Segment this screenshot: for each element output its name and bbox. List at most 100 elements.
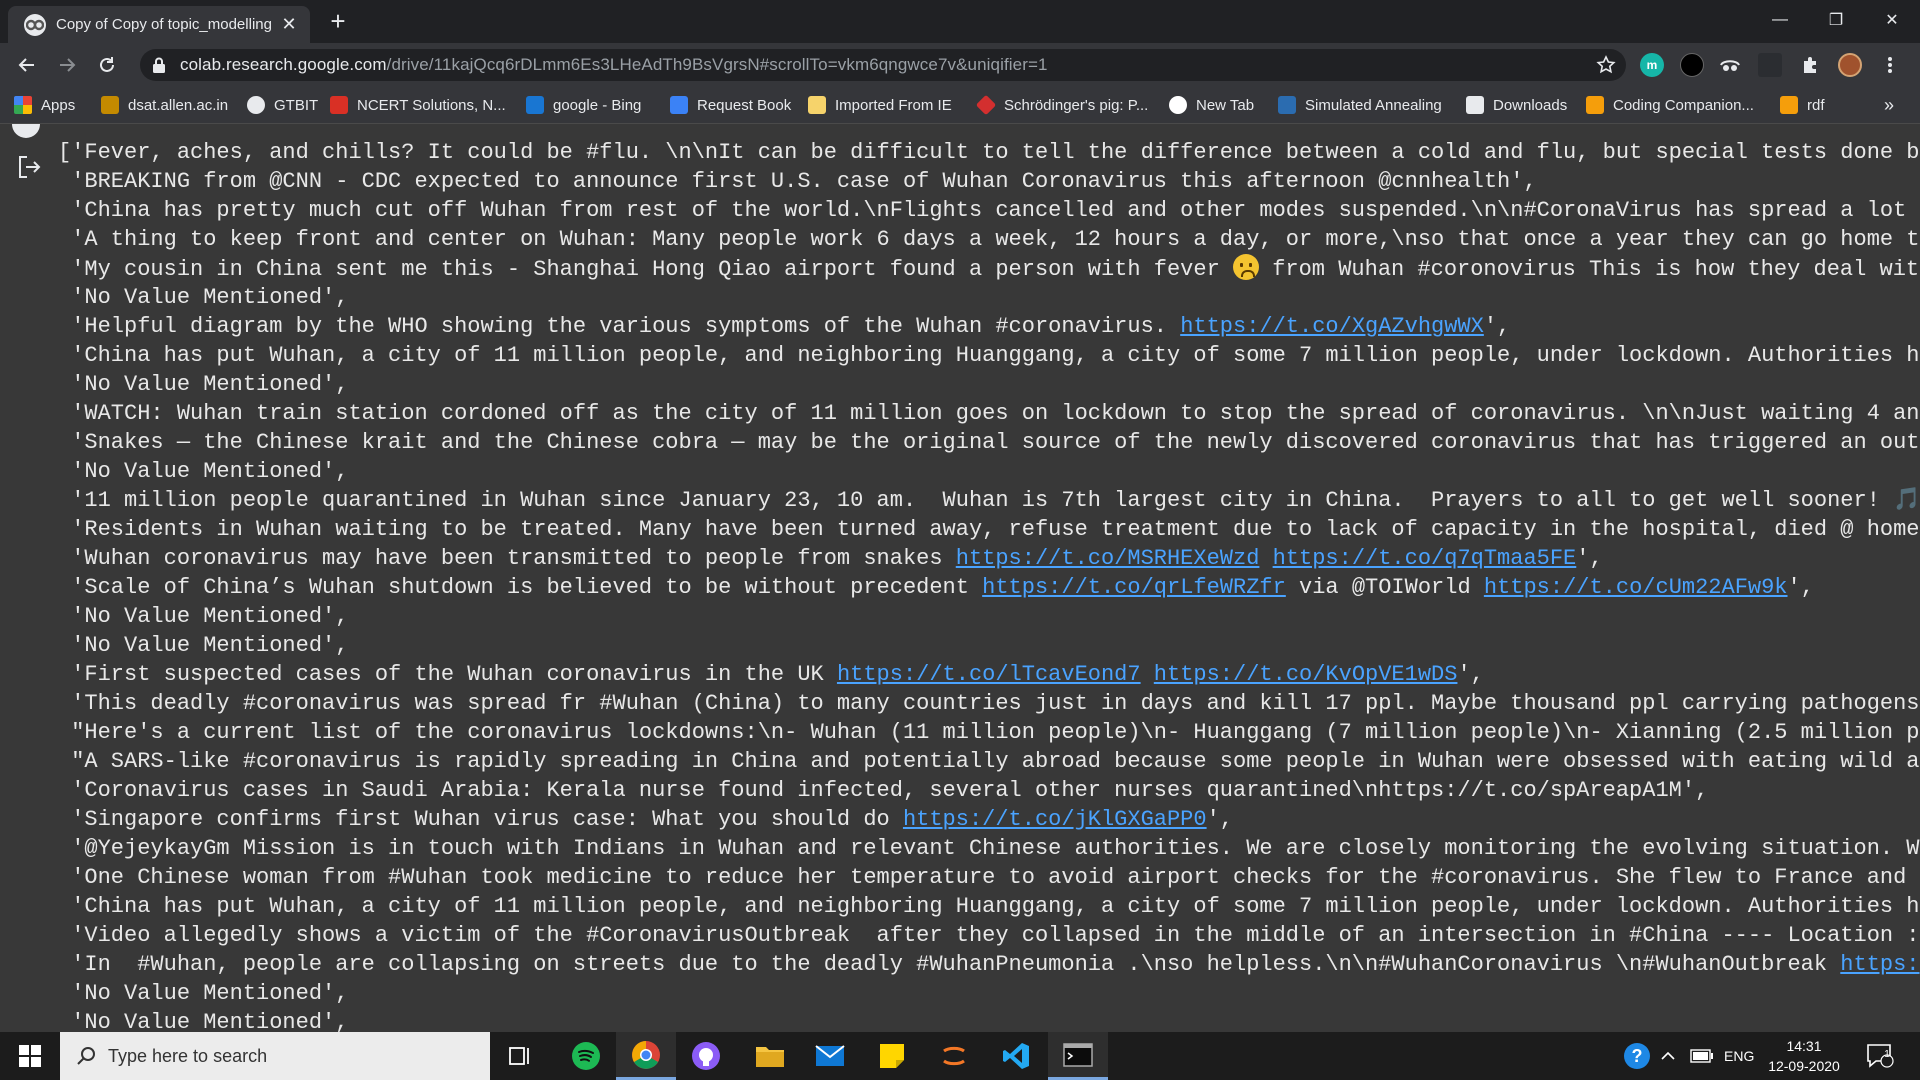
help-tray-icon[interactable]: ? xyxy=(1622,1032,1652,1080)
taskbar-github[interactable] xyxy=(676,1032,736,1080)
bookmark-item[interactable]: Imported From IE xyxy=(808,94,952,116)
taskbar-mail[interactable] xyxy=(800,1032,860,1080)
tweet-link[interactable]: https://t.co/lTcavEond7 xyxy=(837,662,1141,687)
cell-run-indicator[interactable] xyxy=(12,124,40,138)
output-line: 'No Value Mentioned', xyxy=(58,283,1920,312)
output-line: 'Snakes — the Chinese krait and the Chin… xyxy=(58,428,1920,457)
bookmark-item[interactable]: Schrödinger's pig: P... xyxy=(975,94,1148,116)
extension-faded-icon[interactable] xyxy=(1758,53,1782,77)
extensions-puzzle-icon[interactable] xyxy=(1798,53,1822,77)
notification-count: 1 xyxy=(1884,1049,1890,1060)
bookmark-item[interactable]: Coding Companion... xyxy=(1586,94,1754,116)
chrome-menu-icon[interactable] xyxy=(1878,53,1902,77)
bookmark-item[interactable]: dsat.allen.ac.in xyxy=(101,94,228,116)
bookmark-item[interactable]: Request Book xyxy=(670,94,791,116)
bookmark-item[interactable]: google - Bing xyxy=(526,94,641,116)
output-text: 'First suspected cases of the Wuhan coro… xyxy=(58,662,837,687)
url-domain: colab.research.google.com xyxy=(180,55,387,74)
bookmark-label: rdf xyxy=(1807,96,1825,114)
output-line: 'WATCH: Wuhan train station cordoned off… xyxy=(58,399,1920,428)
bookmark-label: Coding Companion... xyxy=(1613,96,1754,114)
tweet-link[interactable]: https://t.co/qrLfeWRZfr xyxy=(982,575,1286,600)
tweet-link[interactable]: https://t.co/MSRHEXeWzd xyxy=(956,546,1260,571)
taskbar-sticky-notes[interactable] xyxy=(862,1032,922,1080)
tweet-link[interactable]: https://t.co/KvOpVE1wDS xyxy=(1154,662,1458,687)
tweet-link[interactable]: https://t.co/q7qTmaa5FE xyxy=(1273,546,1577,571)
address-bar[interactable]: colab.research.google.com/drive/11kajQcq… xyxy=(140,49,1626,81)
bookmark-star-icon[interactable] xyxy=(1596,55,1616,75)
output-text: '11 million people quarantined in Wuhan … xyxy=(58,488,1920,513)
language-indicator[interactable]: ENG xyxy=(1724,1032,1754,1080)
output-text: ', xyxy=(1483,314,1511,339)
output-actions-icon[interactable] xyxy=(16,154,42,180)
output-text: 'Residents in Wuhan waiting to be treate… xyxy=(58,517,1920,542)
output-text: 'No Value Mentioned', xyxy=(58,604,349,629)
taskbar-terminal[interactable] xyxy=(1048,1032,1108,1080)
output-line: 'China has put Wuhan, a city of 11 milli… xyxy=(58,892,1920,921)
output-text: ', xyxy=(1206,807,1233,832)
profile-avatar[interactable] xyxy=(1838,53,1862,77)
close-window-button[interactable]: ✕ xyxy=(1864,0,1920,40)
bookmark-item[interactable]: New Tab xyxy=(1169,94,1254,116)
bookmark-label: New Tab xyxy=(1196,96,1255,114)
output-line: "A SARS-like #coronavirus is rapidly spr… xyxy=(58,747,1920,776)
output-line: 'This deadly #coronavirus was spread fr … xyxy=(58,689,1920,718)
tab-close-icon[interactable]: ✕ xyxy=(278,14,300,35)
taskbar-chrome[interactable] xyxy=(616,1032,676,1080)
taskbar-spotify[interactable] xyxy=(556,1032,616,1080)
minimize-button[interactable]: — xyxy=(1752,0,1808,40)
task-view-button[interactable] xyxy=(490,1032,550,1080)
taskbar-vscode[interactable] xyxy=(986,1032,1046,1080)
show-hidden-icons-chevron-icon[interactable] xyxy=(1660,1032,1676,1080)
bookmarks-overflow-button[interactable]: » xyxy=(1884,94,1894,116)
taskbar-file-explorer[interactable] xyxy=(740,1032,800,1080)
notifications-button[interactable]: 1 xyxy=(1866,1032,1894,1080)
tweet-link[interactable]: https://t.co/XgAZvhgwWX xyxy=(1180,314,1484,339)
browser-tab-active[interactable]: Copy of Copy of topic_modelling ✕ xyxy=(8,6,310,43)
bookmark-item[interactable]: GTBIT xyxy=(247,94,318,116)
forward-button[interactable] xyxy=(52,50,82,80)
output-text: 'Singapore confirms first Wuhan virus ca… xyxy=(58,807,903,832)
output-text: 'Helpful diagram by the WHO showing the … xyxy=(58,314,1181,339)
taskbar-search-box[interactable]: Type here to search xyxy=(60,1032,490,1080)
rdf-icon xyxy=(1780,96,1798,114)
output-line: 'Helpful diagram by the WHO showing the … xyxy=(58,312,1920,341)
restore-button[interactable]: ❐ xyxy=(1808,0,1864,40)
output-text: 'China has put Wuhan, a city of 11 milli… xyxy=(58,894,1920,919)
system-clock[interactable]: 14:31 12-09-2020 xyxy=(1764,1036,1844,1076)
extension-dark-icon[interactable] xyxy=(1680,53,1704,77)
output-text: ', xyxy=(1457,662,1484,687)
bookmark-item[interactable]: Downloads xyxy=(1466,94,1567,116)
extension-m-icon[interactable]: m xyxy=(1640,53,1664,77)
battery-icon[interactable] xyxy=(1690,1032,1714,1080)
bookmark-item[interactable]: Apps xyxy=(14,94,75,116)
tab-title: Copy of Copy of topic_modelling xyxy=(56,16,272,33)
bookmark-item[interactable]: rdf xyxy=(1780,94,1825,116)
output-text: ', xyxy=(1787,575,1814,600)
output-line: 'Coronavirus cases in Saudi Arabia: Kera… xyxy=(58,776,1920,805)
tweet-link[interactable]: https: xyxy=(1840,952,1919,977)
tweet-link[interactable]: https://t.co/jKlGXGaPP0 xyxy=(903,807,1207,832)
extension-incognito-icon[interactable] xyxy=(1718,53,1742,77)
back-button[interactable] xyxy=(12,50,42,80)
taskbar-jupyter[interactable] xyxy=(924,1032,984,1080)
output-line: 'No Value Mentioned', xyxy=(58,602,1920,631)
bookmark-item[interactable]: NCERT Solutions, N... xyxy=(330,94,506,116)
diamond-icon xyxy=(975,94,997,116)
mail-icon xyxy=(815,1045,845,1066)
windows-taskbar: Type here to search ? ENG 14:31 12-09-20… xyxy=(0,1032,1920,1080)
start-button[interactable] xyxy=(0,1032,60,1080)
reload-button[interactable] xyxy=(92,50,122,80)
output-text: "Here's a current list of the coronaviru… xyxy=(58,720,1920,745)
output-line: 'Singapore confirms first Wuhan virus ca… xyxy=(58,805,1920,834)
tweet-link[interactable]: https://t.co/cUm22AFw9k xyxy=(1484,575,1788,600)
output-line: 'Wuhan coronavirus may have been transmi… xyxy=(58,544,1920,573)
output-line: 'Scale of China’s Wuhan shutdown is beli… xyxy=(58,573,1920,602)
new-tab-button[interactable]: + xyxy=(324,8,352,36)
output-text: 'One Chinese woman from #Wuhan took medi… xyxy=(58,865,1907,890)
output-line: 'Video allegedly shows a victim of the #… xyxy=(58,921,1920,950)
bookmark-label: Downloads xyxy=(1493,96,1568,114)
bookmark-item[interactable]: Simulated Annealing xyxy=(1278,94,1442,116)
clock-time: 14:31 xyxy=(1786,1038,1822,1054)
